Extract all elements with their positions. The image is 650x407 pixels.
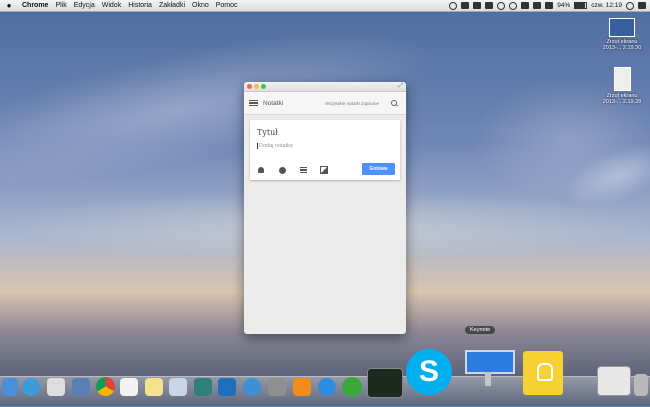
status-area: 94% czw. 12:19 [449, 0, 646, 11]
clock[interactable]: czw. 12:19 [591, 2, 622, 9]
menu-view[interactable]: Widok [102, 2, 121, 9]
battery-icon[interactable] [574, 2, 588, 9]
list-icon[interactable] [299, 166, 307, 174]
google-keep-icon[interactable] [523, 351, 563, 395]
app-menu[interactable]: Chrome [22, 2, 48, 9]
photo-app-icon[interactable] [194, 378, 212, 396]
saved-status: Wszystkie notatki zapisane [324, 100, 379, 106]
gear-status-icon[interactable] [449, 1, 458, 10]
battery-percent: 94% [557, 2, 571, 9]
notification-center-icon[interactable] [638, 2, 646, 9]
menu-window[interactable]: Okno [192, 2, 209, 9]
preview-icon[interactable] [169, 378, 187, 396]
app-title: Notatki [263, 99, 284, 107]
finder-icon[interactable] [2, 378, 18, 396]
search-icon[interactable] [391, 100, 397, 106]
keynote-icon[interactable] [461, 348, 515, 388]
app-store-icon[interactable] [318, 378, 336, 396]
color-palette-icon[interactable] [278, 166, 286, 174]
menu-bar: ● Chrome Plik Edycja Widok Historia Zakł… [0, 0, 650, 12]
volume-icon[interactable] [521, 2, 530, 9]
downloads-stack-icon[interactable] [597, 366, 631, 396]
app-header: Notatki Wszystkie notatki zapisane [244, 92, 406, 115]
utorrent-icon[interactable] [342, 377, 362, 397]
note-toolbar [257, 166, 328, 174]
image-icon[interactable] [320, 166, 328, 174]
itunes-icon[interactable] [243, 378, 261, 396]
fullscreen-icon[interactable]: ⤢ [398, 83, 403, 90]
window-titlebar[interactable]: ⤢ [244, 82, 406, 92]
apple-menu-icon[interactable]: ● [4, 1, 14, 10]
skype-icon[interactable]: S [406, 349, 452, 395]
minimize-window-icon[interactable] [254, 84, 259, 89]
desktop-file-screenshot[interactable]: Zrzut ekranu 2013-... 2.19.38 [597, 67, 647, 105]
menu-bookmarks[interactable]: Zakładki [159, 2, 185, 9]
menu-icon[interactable] [249, 99, 258, 107]
wifi-icon[interactable] [497, 1, 506, 10]
trash-icon[interactable] [634, 374, 648, 396]
mail-icon[interactable] [72, 378, 90, 396]
screenshot-thumbnail-icon [613, 67, 631, 91]
close-window-icon[interactable] [247, 84, 252, 89]
desktop-file-subtitle: 2013-... 2.19.30 [602, 45, 642, 51]
word-icon[interactable] [218, 378, 236, 396]
launchpad-icon[interactable] [47, 378, 65, 396]
app-status-icon[interactable] [473, 2, 482, 9]
reminder-bell-icon[interactable] [257, 166, 265, 174]
note-title-field[interactable]: Tytuł [257, 128, 278, 137]
notes-app-window: ⤢ Notatki Wszystkie notatki zapisane Tyt… [244, 82, 406, 334]
bluetooth-icon[interactable] [533, 2, 542, 9]
ibooks-icon[interactable] [293, 378, 311, 396]
menu-file[interactable]: Plik [55, 2, 66, 9]
note-body-field[interactable]: Dodaj notatkę [257, 143, 293, 149]
done-button[interactable]: Gotowe [362, 163, 395, 175]
spotlight-icon[interactable] [626, 1, 634, 10]
zoom-window-icon[interactable] [261, 84, 266, 89]
app-status-icon[interactable] [461, 2, 470, 9]
menu-help[interactable]: Pomoc [216, 2, 238, 9]
dock-tooltip: Keynote [465, 326, 496, 334]
desktop-file-screenshot[interactable]: Zrzut ekranu 2013-... 2.19.30 [597, 18, 647, 51]
app-status-icon[interactable] [485, 2, 494, 9]
menu-edit[interactable]: Edycja [74, 2, 95, 9]
chrome-icon[interactable] [96, 377, 115, 396]
screenshot-thumbnail-icon [609, 18, 635, 37]
safari-icon[interactable] [22, 378, 40, 396]
time-machine-icon[interactable] [509, 1, 518, 10]
desktop-file-subtitle: 2013-... 2.19.38 [602, 99, 642, 105]
menu-history[interactable]: Historia [128, 2, 152, 9]
notes-icon[interactable] [145, 378, 163, 396]
system-preferences-icon[interactable] [268, 378, 286, 396]
new-note-card: Tytuł Dodaj notatkę Gotowe [250, 120, 400, 180]
flag-icon[interactable] [545, 2, 554, 9]
activity-monitor-icon[interactable] [367, 368, 403, 398]
calendar-icon[interactable] [120, 378, 138, 396]
